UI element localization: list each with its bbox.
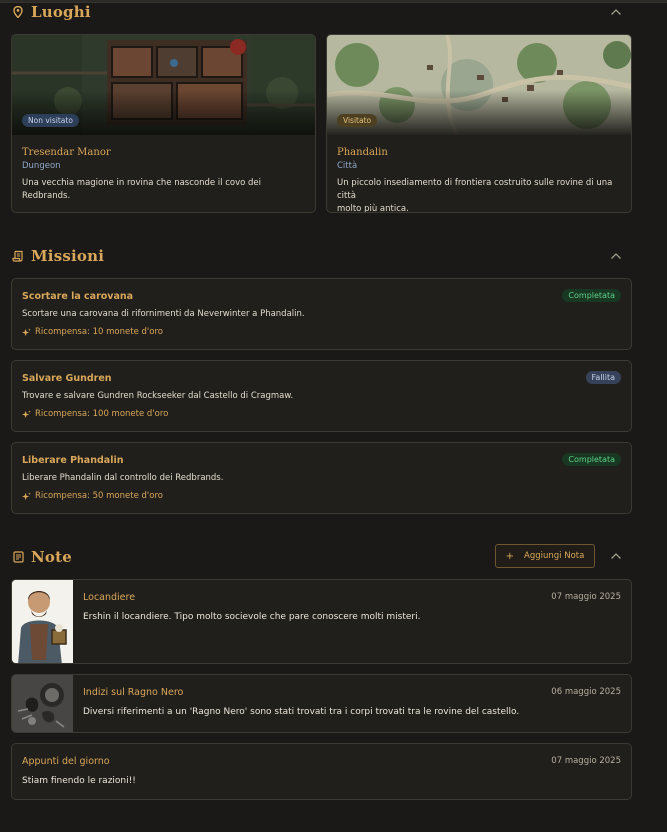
missions-header: Missioni [11,244,632,268]
sparkle-icon [22,491,31,501]
collapse-notes-button[interactable] [609,549,623,563]
mission-description: Trovare e salvare Gundren Rockseeker dal… [22,391,294,401]
chevron-up-icon [611,253,621,259]
locations-title: Luoghi [31,3,91,21]
collapse-missions-button[interactable] [609,249,623,263]
locations-header: Luoghi [11,0,632,24]
note-image-black-spider [12,675,73,732]
collapse-locations-button[interactable] [609,5,623,19]
mission-reward: Ricompensa: 10 monete d'oro [22,327,163,337]
note-body: Stiam finendo le razioni!! [22,776,136,786]
location-name: Tresendar Manor [22,147,111,158]
status-badge: Completata [562,453,621,466]
mission-card[interactable]: Liberare Phandalin Completata Liberare P… [11,442,632,514]
chevron-up-icon [611,9,621,15]
map-pin-icon [11,5,25,19]
mission-reward: Ricompensa: 50 monete d'oro [22,491,163,501]
mission-reward: Ricompensa: 100 monete d'oro [22,409,168,419]
chevron-up-icon [611,553,621,559]
visit-status-badge: Visitato [337,114,378,127]
plus-icon: + [505,550,515,562]
note-date: 06 maggio 2025 [551,687,621,697]
location-description-line: molto più antica. [337,204,409,213]
note-body: Ershin il locandiere. Tipo molto socievo… [83,612,421,622]
mission-card[interactable]: Scortare la carovana Completata Scortare… [11,278,632,350]
mission-reward-text: Ricompensa: 100 monete d'oro [35,409,169,419]
notebook-icon [11,550,25,564]
status-badge: Fallita [585,371,621,384]
mission-title: Salvare Gundren [22,373,112,384]
note-card[interactable]: Indizi sul Ragno Nero 06 maggio 2025 Div… [11,674,632,733]
add-note-button[interactable]: + Aggiungi Nota [495,544,595,568]
location-name: Phandalin [337,147,388,158]
location-description-line: Un piccolo insediamento di frontiera cos… [337,178,613,201]
mission-title: Scortare la carovana [22,291,134,302]
note-card[interactable]: Locandiere 07 maggio 2025 Ershin il loca… [11,579,632,664]
mission-title: Liberare Phandalin [22,455,124,466]
missions-title: Missioni [31,247,105,265]
note-body: Diversi riferimenti a un 'Ragno Nero' so… [83,707,520,717]
status-badge: Completata [562,289,621,302]
note-title: Locandiere [83,592,136,603]
visit-status-badge: Non visitato [22,114,79,127]
note-image-innkeeper [12,580,73,663]
add-note-label: Aggiungi Nota [524,551,585,561]
location-card-tresendar[interactable]: Non visitato Tresendar Manor Dungeon Una… [11,34,316,213]
mission-description: Liberare Phandalin dal controllo dei Red… [22,473,224,483]
note-title: Appunti del giorno [22,756,110,767]
mission-reward-text: Ricompensa: 10 monete d'oro [35,327,163,337]
sparkle-icon [22,327,31,337]
mission-card[interactable]: Salvare Gundren Fallita Trovare e salvar… [11,360,632,432]
note-card[interactable]: Appunti del giorno 07 maggio 2025 Stiam … [11,743,632,800]
location-description: Una vecchia magione in rovina che nascon… [22,178,262,201]
note-date: 07 maggio 2025 [551,756,621,766]
location-type: Dungeon [22,161,61,171]
scroll-icon [11,249,25,263]
sparkle-icon [22,409,31,419]
note-date: 07 maggio 2025 [551,592,621,602]
mission-reward-text: Ricompensa: 50 monete d'oro [35,491,163,501]
note-title: Indizi sul Ragno Nero [83,687,184,698]
location-description: Un piccolo insediamento di frontiera cos… [337,177,621,213]
notes-title: Note [31,548,72,566]
mission-description: Scortare una carovana di rifornimenti da… [22,309,305,319]
location-card-phandalin[interactable]: Visitato Phandalin Città Un piccolo inse… [326,34,632,213]
location-type: Città [337,161,358,171]
